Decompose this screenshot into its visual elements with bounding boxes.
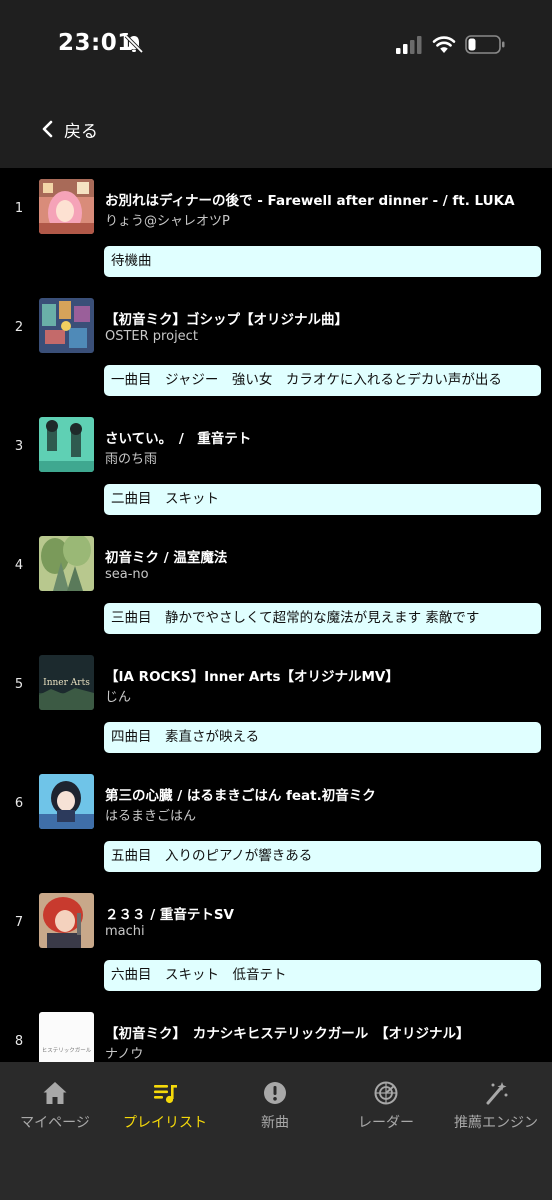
track-thumbnail[interactable] bbox=[39, 179, 94, 234]
radar-icon bbox=[374, 1081, 398, 1105]
thumbnail-image bbox=[39, 536, 94, 591]
track-thumbnail[interactable]: Inner Arts bbox=[39, 655, 94, 710]
track-artist: machi bbox=[105, 924, 145, 939]
playlist-item: 8 ヒステリックガール 【初音ミク】 カナシキヒステリックガール 【オリジナル】… bbox=[0, 1001, 552, 1062]
track-artist: OSTER project bbox=[105, 329, 198, 344]
thumbnail-image bbox=[39, 179, 94, 234]
thumbnail-image bbox=[39, 417, 94, 472]
thumbnail-image bbox=[39, 774, 94, 829]
tab-bar: マイページ プレイリスト 新曲 レーダー 推薦エンジン bbox=[0, 1062, 552, 1200]
playlist-item: 6 第三の心臓 / はるまきごはん feat.初音ミク はるまきごはん 五曲目 … bbox=[0, 763, 552, 882]
track-title[interactable]: 【初音ミク】ゴシップ【オリジナル曲】 bbox=[105, 308, 545, 328]
tab-label: マイページ bbox=[20, 1115, 90, 1131]
track-artist: りょう@シャレオツP bbox=[105, 214, 230, 229]
thumbnail-image bbox=[39, 893, 94, 948]
chevron-left-icon bbox=[42, 120, 53, 138]
playlist-item: 5 Inner Arts 【IA ROCKS】Inner Arts【オリジナルM… bbox=[0, 644, 552, 763]
back-label: 戻る bbox=[64, 121, 98, 142]
playlist[interactable]: 1 お別れはディナーの後で - Farewell after dinner - … bbox=[0, 168, 552, 1062]
track-number: 5 bbox=[14, 677, 24, 692]
track-number: 4 bbox=[14, 558, 24, 573]
track-note[interactable]: 四曲目 素直さが映える bbox=[104, 722, 541, 753]
track-note[interactable]: 五曲目 入りのピアノが響きある bbox=[104, 841, 541, 872]
track-thumbnail[interactable] bbox=[39, 774, 94, 829]
tab-playlist[interactable]: プレイリスト bbox=[110, 1080, 220, 1140]
thumbnail-image: Inner Arts bbox=[39, 655, 94, 710]
track-note[interactable]: 一曲目 ジャジー 強い女 カラオケに入れるとデカい声が出る bbox=[104, 365, 541, 396]
playlist-icon bbox=[154, 1085, 177, 1104]
tab-my-page[interactable]: マイページ bbox=[0, 1080, 110, 1140]
track-title[interactable]: 第三の心臓 / はるまきごはん feat.初音ミク bbox=[105, 784, 545, 804]
playlist-item: 2 【初音ミク】ゴシップ【オリジナル曲】 OSTER project 一曲目 ジ… bbox=[0, 287, 552, 406]
track-thumbnail[interactable] bbox=[39, 417, 94, 472]
playlist-item: 3 さいてい。 / 重音テト 雨のち雨 二曲目 スキット bbox=[0, 406, 552, 525]
thumbnail-text: ヒステリックガール bbox=[42, 1046, 92, 1054]
alert-icon bbox=[264, 1082, 286, 1104]
track-number: 7 bbox=[14, 915, 24, 930]
track-thumbnail[interactable] bbox=[39, 536, 94, 591]
track-note[interactable]: 二曲目 スキット bbox=[104, 484, 541, 515]
wifi-icon bbox=[432, 36, 456, 53]
track-number: 1 bbox=[14, 201, 24, 216]
track-thumbnail[interactable] bbox=[39, 893, 94, 948]
track-note[interactable]: 六曲目 スキット 低音テト bbox=[104, 960, 541, 991]
tab-recommendation-engine[interactable]: 推薦エンジン bbox=[441, 1080, 551, 1140]
track-title[interactable]: さいてい。 / 重音テト bbox=[105, 427, 545, 447]
bell-off-icon bbox=[124, 34, 144, 54]
track-note[interactable]: 待機曲 bbox=[104, 246, 541, 277]
status-bar: 23:01 bbox=[0, 0, 552, 90]
tab-radar[interactable]: レーダー bbox=[331, 1080, 441, 1140]
track-artist: sea-no bbox=[105, 567, 149, 582]
thumbnail-image bbox=[39, 298, 94, 353]
track-artist: ナノウ bbox=[105, 1047, 144, 1062]
track-number: 3 bbox=[14, 439, 24, 454]
track-thumbnail[interactable]: ヒステリックガール bbox=[39, 1012, 94, 1062]
thumbnail-text: Inner Arts bbox=[43, 678, 90, 688]
playlist-item: 1 お別れはディナーの後で - Farewell after dinner - … bbox=[0, 168, 552, 287]
track-title[interactable]: 【初音ミク】 カナシキヒステリックガール 【オリジナル】 bbox=[105, 1022, 545, 1042]
battery-icon bbox=[465, 35, 505, 54]
thumbnail-image: ヒステリックガール bbox=[39, 1012, 94, 1062]
track-thumbnail[interactable] bbox=[39, 298, 94, 353]
track-title[interactable]: 【IA ROCKS】Inner Arts【オリジナルMV】 bbox=[105, 665, 545, 685]
track-number: 8 bbox=[14, 1034, 24, 1049]
tab-label: 新曲 bbox=[261, 1115, 289, 1131]
magic-wand-icon bbox=[486, 1082, 508, 1105]
track-number: 6 bbox=[14, 796, 24, 811]
track-number: 2 bbox=[14, 320, 24, 335]
tab-label: 推薦エンジン bbox=[454, 1115, 538, 1131]
home-icon bbox=[43, 1082, 67, 1104]
tab-new-songs[interactable]: 新曲 bbox=[220, 1080, 330, 1140]
track-artist: はるまきごはん bbox=[105, 809, 197, 824]
playlist-item: 4 初音ミク / 温室魔法 sea-no 三曲目 静かでやさしくて超常的な魔法が… bbox=[0, 525, 552, 644]
track-title[interactable]: ２３３ / 重音テトSV bbox=[105, 903, 545, 923]
track-artist: じん bbox=[105, 690, 132, 705]
playlist-item: 7 ２３３ / 重音テトSV machi 六曲目 スキット 低音テト bbox=[0, 882, 552, 1001]
status-time: 23:01 bbox=[58, 30, 134, 56]
track-title[interactable]: お別れはディナーの後で - Farewell after dinner - / … bbox=[105, 189, 545, 209]
tab-label: プレイリスト bbox=[123, 1115, 207, 1131]
track-title[interactable]: 初音ミク / 温室魔法 bbox=[105, 546, 545, 566]
cellular-signal-icon bbox=[396, 36, 422, 54]
track-note[interactable]: 三曲目 静かでやさしくて超常的な魔法が見えます 素敵です bbox=[104, 603, 541, 634]
back-button[interactable]: 戻る bbox=[40, 114, 98, 144]
track-artist: 雨のち雨 bbox=[105, 452, 158, 467]
tab-label: レーダー bbox=[358, 1115, 414, 1131]
navigation-bar: 戻る bbox=[0, 90, 552, 168]
